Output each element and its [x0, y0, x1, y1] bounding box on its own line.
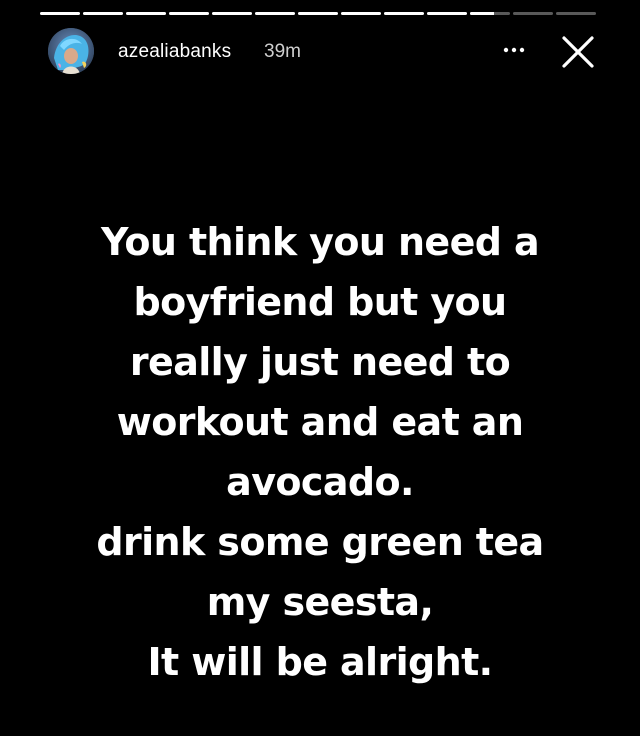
caption-line: really just need to [129, 340, 511, 384]
caption-line: avocado. [226, 460, 414, 504]
username[interactable]: azealiabanks [118, 41, 231, 63]
story-progress-segment [298, 12, 338, 15]
story-progress-segment [83, 12, 123, 15]
caption-line: drink some green tea [96, 520, 544, 564]
story-caption: You think you need a boyfriend but you r… [0, 212, 640, 692]
story-progress-segment [513, 12, 553, 15]
story-progress-segment [384, 12, 424, 15]
story-progress-segment [255, 12, 295, 15]
story-progress-segment [169, 12, 209, 15]
story-progress-bar [40, 12, 596, 15]
story-progress-fill [126, 12, 166, 15]
story-progress-fill [384, 12, 424, 15]
story-progress-fill [83, 12, 123, 15]
caption-line: boyfriend but you [133, 280, 507, 324]
story-progress-fill [255, 12, 295, 15]
caption-line: workout and eat an [116, 400, 524, 444]
story-header: azealiabanks 39m [44, 28, 600, 76]
story-progress-fill [427, 12, 467, 15]
story-timestamp: 39m [264, 41, 301, 62]
story-progress-segment [470, 12, 510, 15]
story-progress-segment [341, 12, 381, 15]
story-progress-segment [556, 12, 596, 15]
story-progress-segment [40, 12, 80, 15]
story-viewer[interactable]: azealiabanks 39m You think you need a bo… [0, 0, 640, 736]
story-progress-fill [169, 12, 209, 15]
story-progress-fill [298, 12, 338, 15]
more-horizontal-icon [503, 47, 525, 53]
story-progress-segment [427, 12, 467, 15]
profile-picture [48, 28, 94, 74]
story-progress-fill [212, 12, 252, 15]
close-icon [562, 36, 594, 68]
story-progress-segment [212, 12, 252, 15]
avatar[interactable] [48, 28, 94, 74]
story-progress-fill [40, 12, 80, 15]
story-progress-fill [470, 12, 494, 15]
story-progress-fill [341, 12, 381, 15]
caption-line: It will be alright. [147, 640, 493, 684]
more-options-button[interactable] [502, 36, 526, 64]
caption-line: my seesta, [206, 580, 434, 624]
close-button[interactable] [558, 32, 598, 72]
caption-line: You think you need a [100, 220, 540, 264]
story-progress-segment [126, 12, 166, 15]
